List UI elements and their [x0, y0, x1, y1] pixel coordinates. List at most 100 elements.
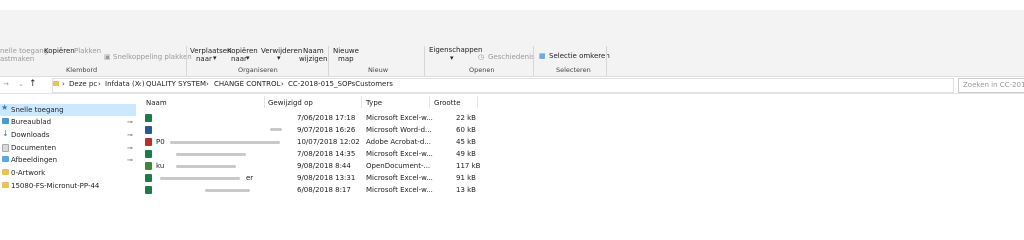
- file-size: 45 kB: [456, 138, 476, 146]
- rename-sub-label: wijzigen: [299, 55, 328, 63]
- breadcrumb-change-control[interactable]: CHANGE CONTROL: [214, 80, 280, 88]
- title-bar: [0, 0, 1024, 10]
- new-folder-sub-label: map: [338, 55, 354, 63]
- nav-item-label: Downloads: [11, 131, 50, 139]
- nav-item-label: Snelle toegang: [11, 106, 64, 114]
- pin-quick-access-button[interactable]: nelle toegang: [0, 47, 48, 55]
- redacted-text: [205, 189, 250, 192]
- nav-item-documents[interactable]: Documenten ⊸: [0, 142, 136, 154]
- file-type: Microsoft Excel-w...: [366, 150, 433, 158]
- navigation-pane: ★ Snelle toegang Bureaublad ⊸ ↓ Download…: [0, 103, 140, 206]
- paste-button[interactable]: Plakken: [74, 47, 101, 55]
- nav-item-0-artwork[interactable]: 0-Artwork: [0, 167, 136, 179]
- table-row[interactable]: 9/07/2018 16:26 Microsoft Word-d... 60 k…: [142, 125, 482, 137]
- table-row[interactable]: 6/08/2018 8:17 Microsoft Excel-w... 13 k…: [142, 185, 482, 197]
- nav-item-label: Documenten: [11, 144, 57, 152]
- divider: [186, 46, 187, 76]
- column-header-name[interactable]: Naam: [146, 99, 167, 107]
- pin-icon: ⊸: [127, 144, 133, 152]
- chevron-down-icon: ▾: [213, 54, 217, 62]
- breadcrumb-quality-system[interactable]: QUALITY SYSTEM: [146, 80, 206, 88]
- excel-icon: [145, 150, 152, 158]
- odt-icon: [145, 162, 152, 170]
- up-arrow-icon[interactable]: ↑: [29, 79, 37, 89]
- properties-button[interactable]: Eigenschappen: [429, 46, 482, 54]
- nav-item-desktop[interactable]: Bureaublad ⊸: [0, 116, 136, 128]
- file-type: Microsoft Excel-w...: [366, 174, 433, 182]
- group-clipboard-label: Klembord: [66, 66, 98, 74]
- file-modified: 6/08/2018 8:17: [297, 186, 351, 194]
- file-modified: 7/06/2018 17:18: [297, 114, 356, 122]
- file-size: 60 kB: [456, 126, 476, 134]
- ribbon: nelle toegang astmaken Kopiëren Plakken …: [0, 10, 1024, 77]
- file-modified: 9/08/2018 8:44: [297, 162, 351, 170]
- column-divider[interactable]: [361, 96, 362, 108]
- search-input[interactable]: Zoeken in CC-2018-: [963, 81, 1024, 89]
- folder-icon: [2, 182, 9, 188]
- invert-selection-icon: ▦: [539, 52, 546, 60]
- group-organize-label: Organiseren: [238, 66, 278, 74]
- divider: [533, 46, 534, 76]
- folder-icon: [53, 81, 59, 86]
- column-divider[interactable]: [477, 96, 478, 108]
- nav-item-pictures[interactable]: Afbeeldingen ⊸: [0, 154, 136, 166]
- move-to-sub-label: naar: [196, 55, 212, 63]
- new-folder-button[interactable]: Nieuwe: [333, 47, 359, 55]
- nav-item-label: Bureaublad: [11, 118, 52, 126]
- column-header-modified[interactable]: Gewijzigd op: [268, 99, 313, 107]
- file-size: 49 kB: [456, 150, 476, 158]
- history-dropdown-icon[interactable]: ⌄: [18, 80, 24, 88]
- file-type: Adobe Acrobat-d...: [366, 138, 432, 146]
- nav-item-downloads[interactable]: ↓ Downloads ⊸: [0, 129, 136, 141]
- address-bar[interactable]: › Deze pc › Infdata (X:) › QUALITY SYSTE…: [52, 78, 954, 93]
- group-open-label: Openen: [469, 66, 495, 74]
- excel-icon: [145, 114, 152, 122]
- divider: [328, 46, 329, 76]
- column-divider[interactable]: [264, 96, 265, 108]
- breadcrumb-separator[interactable]: ›: [281, 80, 284, 88]
- excel-icon: [145, 186, 152, 194]
- breadcrumb-separator[interactable]: ›: [98, 80, 101, 88]
- star-icon: ★: [1, 103, 9, 112]
- redacted-text: [176, 165, 236, 168]
- file-name: er: [246, 174, 254, 182]
- table-row[interactable]: 7/06/2018 17:18 Microsoft Excel-w... 22 …: [142, 113, 482, 125]
- copy-button[interactable]: Kopiëren: [44, 47, 75, 55]
- breadcrumb-current-folder[interactable]: CC-2018-015_SOPsCustomers: [288, 80, 393, 88]
- file-type: Microsoft Word-d...: [366, 126, 432, 134]
- rename-button[interactable]: Naam: [303, 47, 324, 55]
- file-name: ku: [156, 162, 165, 170]
- history-icon: ◷: [478, 53, 485, 61]
- desktop-icon: [2, 118, 9, 124]
- pictures-icon: [2, 156, 9, 162]
- move-to-button[interactable]: Verplaatsen: [190, 47, 232, 55]
- pdf-icon: [145, 138, 152, 146]
- nav-item-quick-access[interactable]: ★ Snelle toegang: [0, 103, 136, 116]
- group-new-label: Nieuw: [368, 66, 389, 74]
- delete-button[interactable]: Verwijderen: [261, 47, 302, 55]
- file-modified: 9/08/2018 13:31: [297, 174, 356, 182]
- file-type: Microsoft Excel-w...: [366, 186, 433, 194]
- invert-selection-button[interactable]: Selectie omkeren: [549, 52, 610, 60]
- copy-to-button[interactable]: Kopiëren: [227, 47, 258, 55]
- divider: [424, 46, 425, 76]
- paste-shortcut-button[interactable]: Snelkoppeling plakken: [113, 53, 192, 61]
- file-name: P0: [156, 138, 165, 146]
- history-button[interactable]: Geschiedenis: [488, 53, 535, 61]
- pin-icon: ⊸: [127, 156, 133, 164]
- nav-item-15080[interactable]: 15080-FS-Micronut-PP-44: [0, 180, 136, 192]
- breadcrumb-separator[interactable]: ›: [62, 80, 65, 88]
- column-divider[interactable]: [429, 96, 430, 108]
- column-header-size[interactable]: Grootte: [434, 99, 461, 107]
- column-header-type[interactable]: Type: [366, 99, 382, 107]
- breadcrumb-this-pc[interactable]: Deze pc: [69, 80, 97, 88]
- file-size: 91 kB: [456, 174, 476, 182]
- back-arrow-icon[interactable]: →: [3, 80, 9, 88]
- breadcrumb-separator[interactable]: ›: [138, 80, 141, 88]
- divider: [606, 46, 607, 76]
- file-modified: 10/07/2018 12:02: [297, 138, 360, 146]
- breadcrumb-separator[interactable]: ›: [206, 80, 209, 88]
- word-icon: [145, 126, 152, 134]
- shortcut-icon: ▣: [104, 53, 111, 61]
- search-box[interactable]: Zoeken in CC-2018-: [958, 78, 1024, 93]
